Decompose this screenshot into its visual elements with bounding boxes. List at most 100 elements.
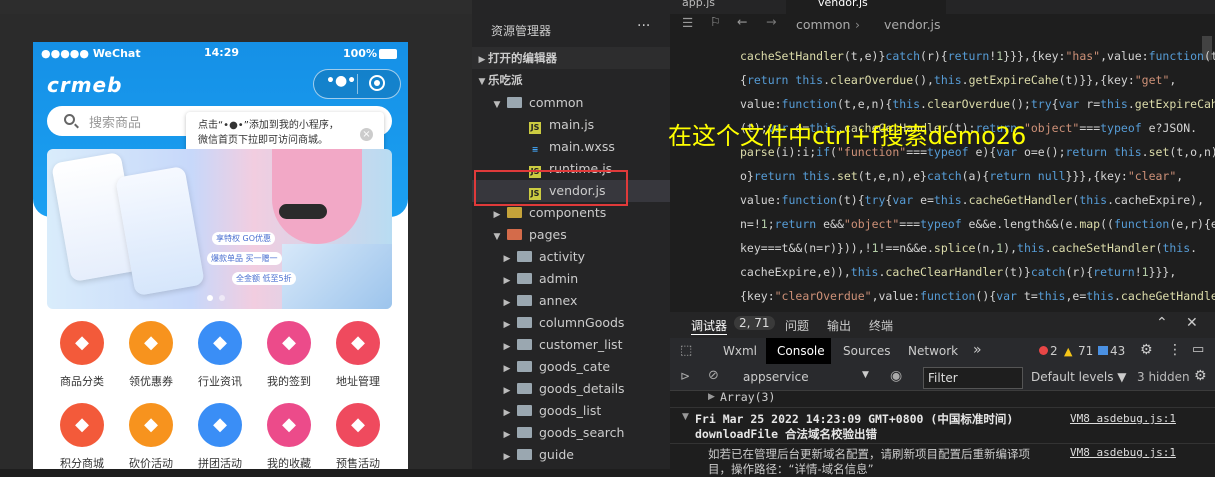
hidden-count: 3 hidden [1137,370,1190,384]
tree-item-label: main.wxss [549,139,615,154]
more-tabs-icon[interactable]: » [973,342,982,358]
more-dots-icon[interactable]: •●• [326,73,356,89]
category-item[interactable]: ◆ 砍价活动 [118,403,184,469]
chevron-right-icon: ▶ [503,320,511,330]
category-item[interactable]: ◆ 我的签到 [256,321,322,389]
category-item[interactable]: ◆ 地址管理 [325,321,391,389]
collapse-icon[interactable]: ▼ [682,412,689,422]
folder-icon [517,427,532,438]
breadcrumb-separator: › [855,17,860,32]
tree-folder[interactable]: ▼ pages [472,224,670,246]
category-item[interactable]: ◆ 积分商城 [49,403,115,469]
tree-folder[interactable]: ▼ common [472,92,670,114]
js-file-icon: JS [529,122,541,134]
folder-icon [507,229,522,240]
close-circle-icon[interactable] [369,75,385,91]
warning-icon: ▲ [1064,345,1073,358]
error-count[interactable]: 2 [1050,344,1058,358]
close-panel-icon[interactable]: ✕ [1186,315,1198,331]
tree-folder[interactable]: ▶ guide [472,444,670,466]
folder-icon [517,339,532,350]
battery-icon [379,49,397,59]
expand-icon[interactable]: ▶ [708,392,715,402]
tab-terminal[interactable]: 终端 [869,317,893,334]
console-settings-icon[interactable]: ⚙ [1194,368,1207,384]
source-link[interactable]: VM8 asdebug.js:1 [1070,412,1176,425]
phone-mockup-image [115,165,205,297]
folder-icon [517,449,532,460]
chevron-up-icon[interactable]: ⌃ [1156,315,1168,331]
tree-folder[interactable]: ▶ columnGoods [472,312,670,334]
tree-item-label: goods_list [539,403,602,418]
tab-sources[interactable]: Sources [843,344,890,358]
folder-icon [517,251,532,262]
section-project[interactable]: ▼ 乐吃派 [472,69,670,91]
tab-wxml[interactable]: Wxml [723,344,757,358]
tab-problems[interactable]: 问题 [785,317,809,334]
forward-arrow-icon[interactable]: → [766,14,776,29]
category-item[interactable]: ◆ 领优惠券 [118,321,184,389]
tab-output[interactable]: 输出 [827,317,851,334]
bookmark-icon[interactable]: ⚐ [710,14,721,29]
breadcrumb-file[interactable]: vendor.js [884,17,941,32]
more-actions-icon[interactable]: ··· [637,18,650,34]
calendar-icon: ◆ [267,321,311,365]
log-message: 目，操作路径：“详情-域名信息” [708,462,874,476]
kebab-menu-icon[interactable]: ⋮ [1168,342,1182,358]
warning-count[interactable]: 71 [1078,344,1093,358]
category-item[interactable]: ◆ 行业资讯 [187,321,253,389]
info-count[interactable]: 43 [1110,344,1125,358]
chevron-down-icon: ▼ [493,100,501,110]
tree-file[interactable]: ≡ main.wxss [472,136,670,158]
tree-folder[interactable]: ▶ goods_list [472,400,670,422]
tree-folder[interactable]: ▶ activity [472,246,670,268]
category-item[interactable]: ◆ 商品分类 [49,321,115,389]
tree-item-label: columnGoods [539,315,625,330]
clear-console-icon[interactable]: ⊘ [708,368,719,383]
dock-icon[interactable]: ▭ [1192,342,1204,357]
tab-vendor-js[interactable]: vendor.js [786,0,946,14]
tip-close-icon[interactable]: × [360,128,373,141]
source-link[interactable]: VM8 asdebug.js:1 [1070,446,1176,459]
back-arrow-icon[interactable]: ← [737,14,747,29]
section-open-editors[interactable]: ▶ 打开的编辑器 [472,47,670,69]
category-label: 我的收藏 [267,457,311,469]
mini-program-capsule[interactable]: •●• [313,69,401,99]
capsule-divider [357,74,358,94]
tree-folder[interactable]: ▶ admin [472,268,670,290]
tree-folder[interactable]: ▶ goods_cate [472,356,670,378]
context-select[interactable]: appservice [743,370,809,384]
tab-network[interactable]: Network [908,344,958,358]
category-label: 拼团活动 [198,457,242,469]
eye-icon[interactable]: ◉ [890,368,902,384]
chevron-right-icon: ▶ [478,55,486,65]
error-icon [1039,346,1048,355]
toggle-sidebar-icon[interactable]: ☰ [682,15,693,30]
gear-icon[interactable]: ⚙ [1140,342,1153,358]
shopping-bag-icon: ◆ [60,321,104,365]
chevron-right-icon: ▶ [503,408,511,418]
log-array[interactable]: Array(3) [720,390,775,404]
calendar-icon: ◆ [336,403,380,447]
sidebar-toggle-icon[interactable]: ⊳ [680,369,690,383]
tab-app-js[interactable]: app.js [670,0,786,14]
category-item[interactable]: ◆ 拼团活动 [187,403,253,469]
file-explorer: 资源管理器 ··· ▶ 打开的编辑器 ▼ 乐吃派 ▼ common JS main.js ≡… [472,0,670,469]
category-item[interactable]: ◆ 预售活动 [325,403,391,469]
promo-banner[interactable]: 享特权 GO优惠 爆款单品 买一赠一 全金额 低至5折 [47,149,392,309]
tab-debugger[interactable]: 调试器 [691,317,728,335]
inspect-icon[interactable]: ⬚ [680,343,692,358]
tree-folder[interactable]: ▶ goods_search [472,422,670,444]
category-item[interactable]: ◆ 我的收藏 [256,403,322,469]
category-label: 行业资讯 [198,375,242,388]
tree-item-label: activity [539,249,586,264]
breadcrumb-folder[interactable]: common [796,17,850,32]
filter-input[interactable]: Filter [923,367,1023,389]
tree-file[interactable]: JS main.js [472,114,670,136]
tree-folder[interactable]: ▶ annex [472,290,670,312]
log-levels-select[interactable]: Default levels ▼ [1031,370,1127,384]
coupon-icon: ◆ [129,321,173,365]
tree-folder[interactable]: ▶ goods_details [472,378,670,400]
tab-console[interactable]: Console [777,344,825,358]
tree-folder[interactable]: ▶ customer_list [472,334,670,356]
